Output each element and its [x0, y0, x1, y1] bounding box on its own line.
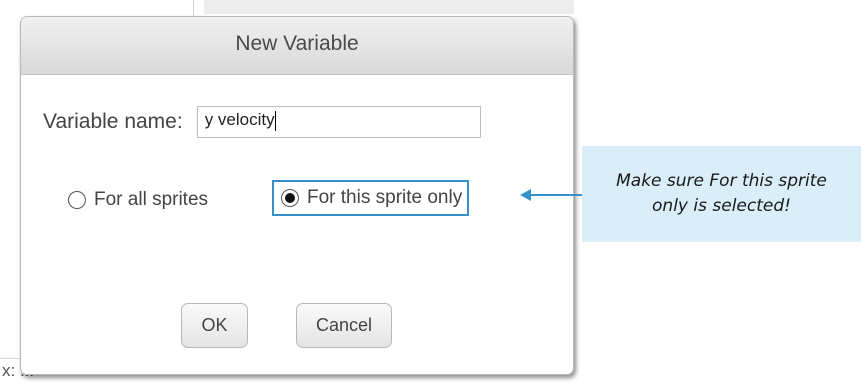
radio-for-all-sprites[interactable]: For all sprites — [68, 189, 208, 211]
cancel-button[interactable]: Cancel — [296, 303, 392, 348]
instruction-callout: Make sure For this sprite only is select… — [582, 146, 861, 242]
radio-button-selected-icon[interactable] — [281, 189, 299, 207]
background-editor-panel — [204, 0, 574, 14]
dialog-header[interactable]: New Variable — [21, 17, 573, 75]
ok-button[interactable]: OK — [181, 303, 248, 348]
variable-name-input[interactable]: y velocity — [196, 106, 481, 138]
new-variable-dialog: New Variable Variable name: y velocity F… — [20, 16, 574, 375]
radio-for-this-sprite-only[interactable]: For this sprite only — [272, 180, 470, 216]
radio-selected-dot — [285, 193, 295, 203]
radio-button-icon[interactable] — [68, 191, 86, 209]
dialog-title: New Variable — [235, 31, 359, 55]
variable-name-value: y velocity — [204, 110, 275, 129]
variable-name-row: Variable name: y velocity — [43, 106, 481, 138]
background-divider — [0, 358, 20, 359]
callout-text: Make sure For this sprite only is select… — [616, 171, 827, 216]
radio-label-all-sprites: For all sprites — [94, 189, 209, 210]
text-caret — [274, 110, 276, 131]
background-divider — [193, 0, 194, 16]
variable-name-label: Variable name: — [43, 110, 183, 133]
radio-label-this-sprite-only: For this sprite only — [307, 187, 463, 208]
